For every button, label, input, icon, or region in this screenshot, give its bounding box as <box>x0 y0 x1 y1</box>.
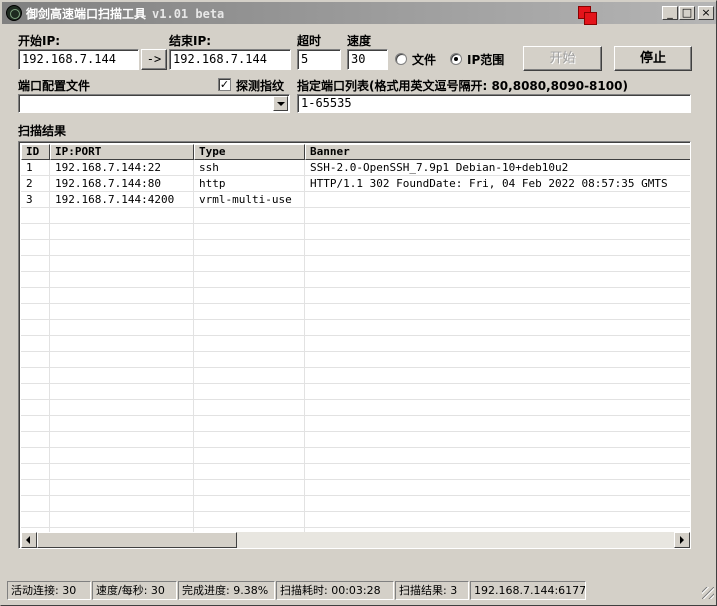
status-active-connections: 活动连接: 30 <box>7 581 91 600</box>
status-progress: 完成进度: 9.38% <box>178 581 275 600</box>
grid-line <box>21 399 690 400</box>
status-speed: 速度/每秒: 30 <box>92 581 177 600</box>
table-cell-id: 2 <box>26 177 33 190</box>
grid-line <box>21 495 690 496</box>
status-result-count: 扫描结果: 3 <box>395 581 469 600</box>
column-header-ipport[interactable]: IP:PORT <box>50 144 194 160</box>
port-config-select[interactable] <box>18 94 290 113</box>
grid-line <box>21 223 690 224</box>
speed-label: 速度 <box>347 34 372 48</box>
radio-file[interactable] <box>395 53 407 65</box>
close-button[interactable]: × <box>698 6 714 20</box>
start-ip-label: 开始IP: <box>18 34 61 48</box>
title-bar[interactable]: 御剑高速端口扫描工具 v1.01 beta _ □ × <box>2 2 716 26</box>
grid-line <box>21 255 690 256</box>
grid-line <box>21 431 690 432</box>
grid-line <box>21 447 690 448</box>
table-cell-banner: SSH-2.0-OpenSSH_7.9p1 Debian-10+deb10u2 <box>310 161 569 174</box>
grid-line <box>21 367 690 368</box>
status-elapsed: 扫描耗时: 00:03:28 <box>276 581 394 600</box>
table-cell-type: http <box>199 177 226 190</box>
detect-fingerprint-label: 探测指纹 <box>236 79 285 93</box>
speed-input[interactable]: 30 <box>347 49 388 70</box>
grid-line <box>21 351 690 352</box>
table-cell-ipport: 192.168.7.144:80 <box>55 177 161 190</box>
grid-line <box>21 415 690 416</box>
results-section-label: 扫描结果 <box>18 124 67 138</box>
table-row[interactable]: 3 192.168.7.144:4200 vrml-multi-use <box>21 192 690 208</box>
window-title: 御剑高速端口扫描工具 v1.01 beta <box>26 5 224 22</box>
end-ip-label: 结束IP: <box>169 34 212 48</box>
app-title: 御剑高速端口扫描工具 <box>26 7 147 21</box>
radio-ip-range[interactable] <box>450 53 462 65</box>
copy-ip-arrow-button[interactable]: -> <box>141 49 167 70</box>
app-version: v1.01 beta <box>152 7 225 21</box>
status-current-target: 192.168.7.144:6177 <box>470 581 586 600</box>
radio-file-label: 文件 <box>412 53 437 67</box>
main-window: 御剑高速端口扫描工具 v1.01 beta _ □ × 开始IP: 结束IP: 超… <box>0 0 717 606</box>
results-table-body: 1 192.168.7.144:22 ssh SSH-2.0-OpenSSH_7.9p… <box>21 160 690 532</box>
start-ip-input[interactable]: 192.168.7.144 <box>18 49 139 70</box>
tray-icon <box>578 6 600 26</box>
table-cell-id: 3 <box>26 193 33 206</box>
port-config-label: 端口配置文件 <box>18 79 91 93</box>
results-table-header: ID IP:PORT Type Banner <box>21 144 690 160</box>
port-list-label: 指定端口列表(格式用英文逗号隔开: 80,8080,8090-8100) <box>297 79 628 93</box>
table-cell-ipport: 192.168.7.144:22 <box>55 161 161 174</box>
grid-line <box>21 335 690 336</box>
status-bar: 活动连接: 30 速度/每秒: 30 完成进度: 9.38% 扫描耗时: 00:… <box>5 581 714 601</box>
column-header-type[interactable]: Type <box>194 144 305 160</box>
table-row[interactable]: 1 192.168.7.144:22 ssh SSH-2.0-OpenSSH_7.9p… <box>21 160 690 176</box>
grid-line <box>21 383 690 384</box>
port-list-input[interactable]: 1-65535 <box>297 94 691 113</box>
grid-line <box>21 303 690 304</box>
table-cell-type: ssh <box>199 161 219 174</box>
grid-line <box>21 527 690 528</box>
timeout-label: 超时 <box>297 34 322 48</box>
table-cell-banner <box>305 192 690 208</box>
scroll-right-icon[interactable] <box>674 532 690 548</box>
timeout-input[interactable]: 5 <box>297 49 341 70</box>
column-header-id[interactable]: ID <box>21 144 50 160</box>
table-cell-type: vrml-multi-use <box>199 193 292 206</box>
grid-line <box>21 463 690 464</box>
detect-fingerprint-checkbox[interactable]: ✓ <box>218 78 231 91</box>
minimize-button[interactable]: _ <box>662 6 678 20</box>
end-ip-input[interactable]: 192.168.7.144 <box>169 49 291 70</box>
grid-line <box>193 160 194 532</box>
table-cell-banner: HTTP/1.1 302 FoundDate: Fri, 04 Feb 2022… <box>310 177 668 190</box>
grid-line <box>21 319 690 320</box>
radio-ip-range-label: IP范围 <box>467 53 505 67</box>
table-cell-ipport: 192.168.7.144:4200 <box>55 193 175 206</box>
table-row[interactable]: 2 192.168.7.144:80 http HTTP/1.1 302 FoundD… <box>21 176 690 192</box>
grid-line <box>21 479 690 480</box>
chevron-down-icon[interactable] <box>273 96 288 111</box>
grid-line <box>304 160 305 532</box>
app-icon <box>6 5 22 21</box>
grid-line <box>21 287 690 288</box>
grid-line <box>21 511 690 512</box>
stop-button[interactable]: 停止 <box>614 46 692 71</box>
maximize-button[interactable]: □ <box>679 6 695 20</box>
grid-line <box>21 239 690 240</box>
table-cell-id: 1 <box>26 161 33 174</box>
grid-line <box>49 160 50 532</box>
column-header-banner[interactable]: Banner <box>305 144 690 160</box>
grid-line <box>21 271 690 272</box>
scroll-left-icon[interactable] <box>21 532 37 548</box>
scrollbar-thumb[interactable] <box>37 532 237 548</box>
horizontal-scrollbar[interactable] <box>21 532 690 548</box>
results-table[interactable]: ID IP:PORT Type Banner 1 192.168.7.144:22… <box>18 141 691 549</box>
start-button[interactable]: 开始 <box>523 46 602 71</box>
resize-grip[interactable] <box>702 587 714 599</box>
